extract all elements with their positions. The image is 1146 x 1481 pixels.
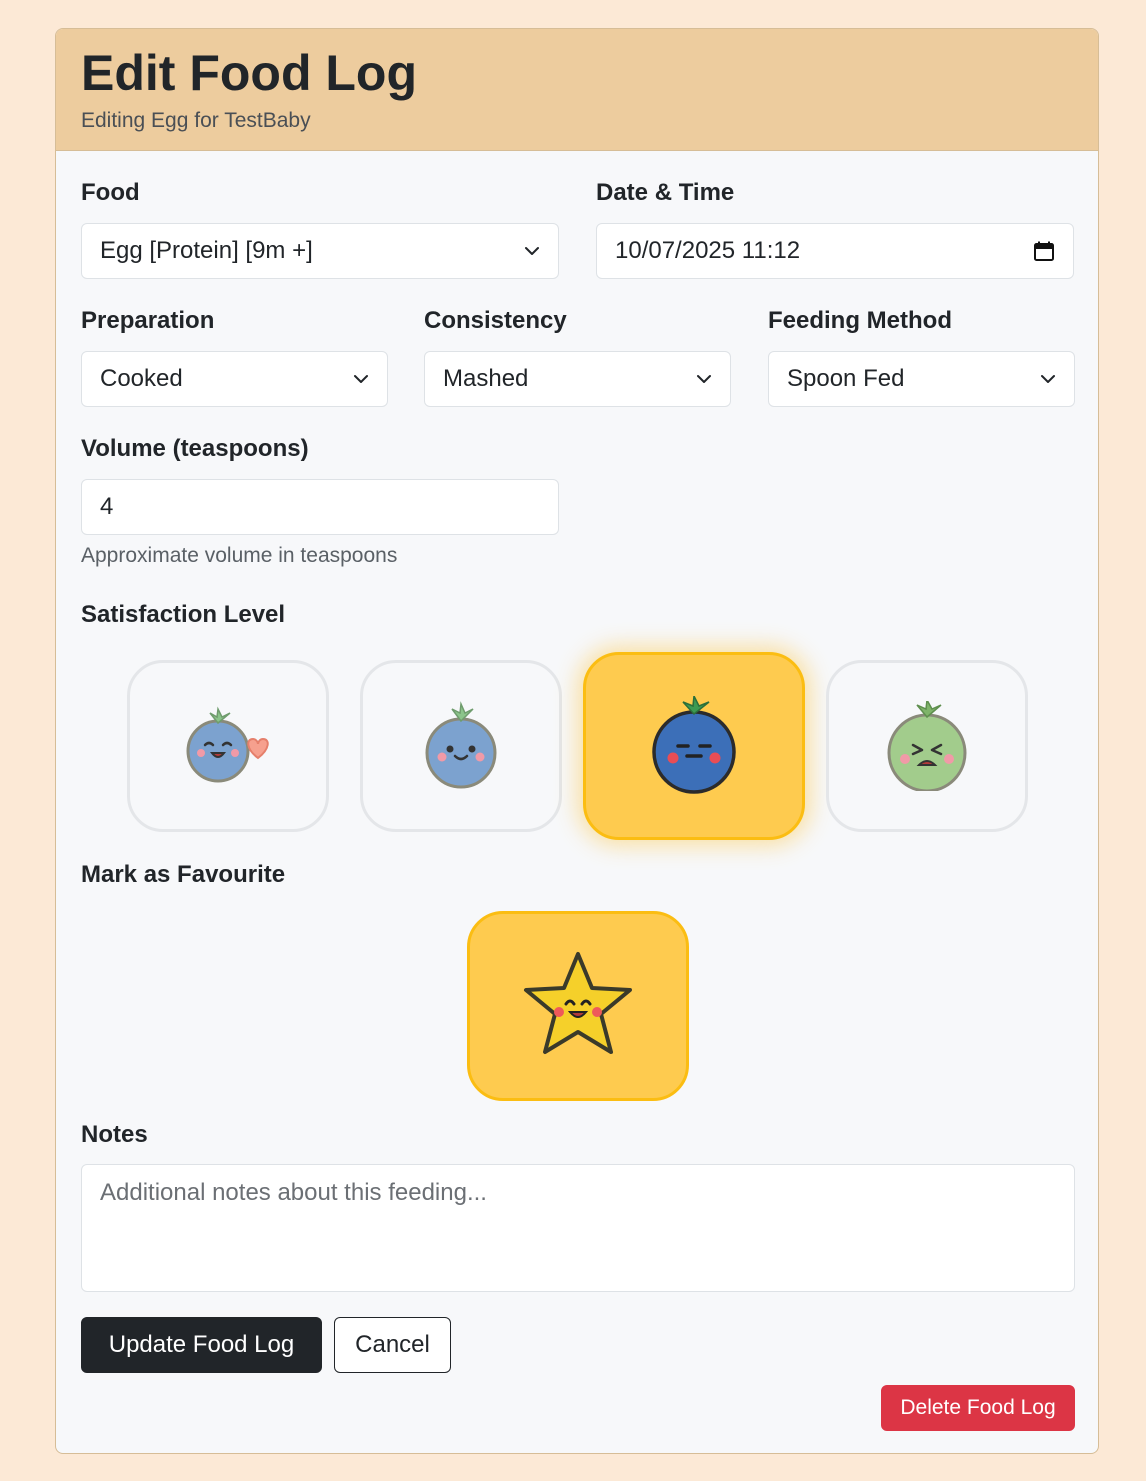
satisfaction-option-disgusted[interactable] xyxy=(826,660,1028,832)
volume-value: 4 xyxy=(100,493,114,520)
food-select-value: Egg [Protein] [9m +] xyxy=(100,237,313,264)
favourite-toggle[interactable] xyxy=(467,911,689,1101)
card-header: Edit Food Log Editing Egg for TestBaby xyxy=(56,29,1098,151)
notes-textarea[interactable]: Additional notes about this feeding... xyxy=(81,1164,1075,1292)
page-title: Edit Food Log xyxy=(81,45,418,101)
datetime-label: Date & Time xyxy=(596,179,735,206)
happy-star-icon xyxy=(524,952,632,1054)
food-select[interactable]: Egg [Protein] [9m +] xyxy=(81,223,559,279)
chevron-down-icon xyxy=(697,375,711,383)
page-subtitle: Editing Egg for TestBaby xyxy=(81,109,311,132)
chevron-down-icon xyxy=(1041,375,1055,383)
edit-food-log-card: Edit Food Log Editing Egg for TestBaby F… xyxy=(55,28,1099,1454)
feeding-method-select[interactable]: Spoon Fed xyxy=(768,351,1075,407)
feeding-method-value: Spoon Fed xyxy=(787,365,905,392)
volume-label: Volume (teaspoons) xyxy=(81,435,309,462)
preparation-select[interactable]: Cooked xyxy=(81,351,388,407)
consistency-select[interactable]: Mashed xyxy=(424,351,731,407)
volume-input[interactable]: 4 xyxy=(81,479,559,535)
satisfaction-option-love[interactable] xyxy=(127,660,329,832)
chevron-down-icon xyxy=(525,247,539,255)
delete-button[interactable]: Delete Food Log xyxy=(881,1385,1075,1431)
blueberry-neutral-icon xyxy=(652,696,736,794)
notes-placeholder: Additional notes about this feeding... xyxy=(100,1179,487,1206)
favourite-label: Mark as Favourite xyxy=(81,861,286,888)
calendar-icon[interactable] xyxy=(1033,240,1055,262)
datetime-value: 10/07/2025 11:12 xyxy=(615,237,801,264)
preparation-value: Cooked xyxy=(100,365,183,392)
chevron-down-icon xyxy=(354,375,368,383)
satisfaction-option-neutral[interactable] xyxy=(583,652,805,840)
satisfaction-label: Satisfaction Level xyxy=(81,601,286,628)
datetime-input[interactable]: 10/07/2025 11:12 xyxy=(596,223,1074,279)
volume-help-text: Approximate volume in teaspoons xyxy=(81,544,398,567)
update-button[interactable]: Update Food Log xyxy=(81,1317,322,1373)
notes-label: Notes xyxy=(81,1121,148,1148)
blueberry-happy-icon xyxy=(425,701,497,789)
blueberry-love-icon xyxy=(186,706,269,783)
satisfaction-option-happy[interactable] xyxy=(360,660,562,832)
preparation-label: Preparation xyxy=(81,307,215,334)
cancel-button[interactable]: Cancel xyxy=(334,1317,451,1373)
feeding-method-label: Feeding Method xyxy=(768,307,952,334)
green-berry-disgusted-icon xyxy=(887,701,967,791)
food-label: Food xyxy=(81,179,140,206)
consistency-value: Mashed xyxy=(443,365,529,392)
consistency-label: Consistency xyxy=(424,307,567,334)
